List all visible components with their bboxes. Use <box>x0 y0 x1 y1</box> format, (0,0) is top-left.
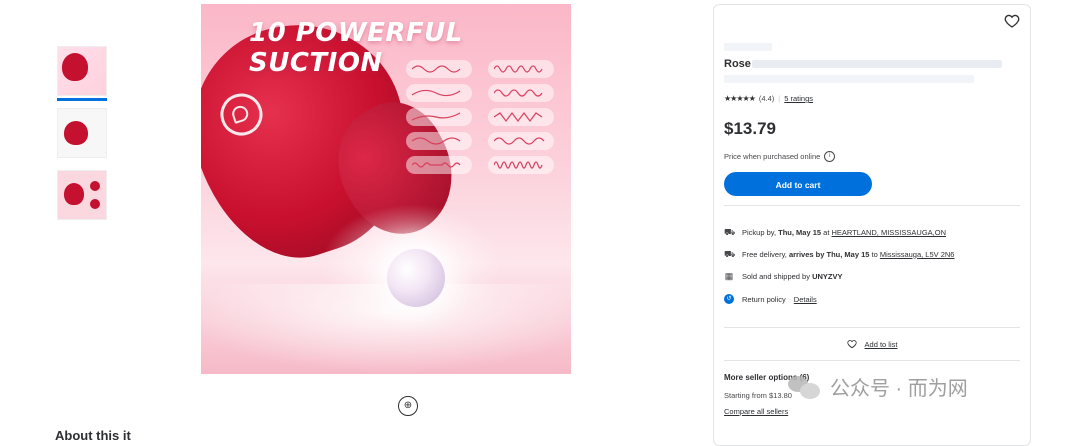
watermark: 公众号 · 而为网 <box>788 372 968 401</box>
thumbnail-2[interactable] <box>57 108 107 164</box>
info-icon[interactable]: i <box>824 151 836 162</box>
price-note: Price when purchased online i <box>724 151 836 162</box>
thumbnail-3[interactable] <box>57 170 107 226</box>
add-to-list-row[interactable]: Add to list <box>714 339 1030 349</box>
delivery-row: ⛟ Free delivery, arrives by Thu, May 15 … <box>724 249 954 259</box>
pickup-car-icon: ⛟ <box>724 227 736 237</box>
zoom-icon[interactable]: ⊕ <box>398 396 418 416</box>
store-icon: ▦ <box>724 271 734 281</box>
wechat-logo-icon <box>788 374 822 400</box>
starting-from-price: Starting from $13.80 <box>724 391 792 400</box>
divider <box>724 205 1020 206</box>
thumbnail-image <box>57 170 107 220</box>
return-policy-icon: ↺ <box>724 294 734 304</box>
selected-indicator <box>57 98 107 101</box>
about-heading: About this it <box>55 428 131 443</box>
thumbnail-list <box>57 46 109 232</box>
delivery-location-link[interactable]: Mississauga, L5V 2N6 <box>880 250 955 259</box>
pickup-store-link[interactable]: HEARTLAND, MISSISSAUGA,ON <box>832 228 946 237</box>
return-details-link[interactable]: Details <box>794 295 817 304</box>
price: $13.79 <box>724 119 776 138</box>
rating-separator: | <box>778 94 781 103</box>
bubble-graphic <box>387 249 445 307</box>
blurred-title-line <box>724 75 974 83</box>
watermark-text: 公众号 · 而为网 <box>830 378 968 400</box>
product-title-text: Rose <box>724 58 751 70</box>
delivery-text: Free delivery, arrives by Thu, May 15 to… <box>742 249 955 259</box>
rating-row: ★★★★★ (4.4) | 5 ratings <box>724 94 813 103</box>
divider <box>724 360 1020 361</box>
add-to-list-link[interactable]: Add to list <box>865 340 898 349</box>
returns-row: ↺ Return policy Details <box>724 294 817 304</box>
blurred-brand <box>724 43 772 51</box>
power-icon <box>215 88 268 141</box>
pickup-text: Pickup by, Thu, May 15 at HEARTLAND, MIS… <box>742 227 946 237</box>
heart-icon <box>846 340 857 349</box>
price-note-text: Price when purchased online <box>724 152 821 161</box>
thumbnail-1[interactable] <box>57 46 107 102</box>
divider <box>724 327 1020 328</box>
seller-row: ▦ Sold and shipped by UNYZVY <box>724 271 843 281</box>
return-policy-label: Return policy <box>742 294 786 304</box>
ratings-link[interactable]: 5 ratings <box>784 94 813 103</box>
rating-value: (4.4) <box>758 94 775 103</box>
seller-text: Sold and shipped by UNYZVY <box>742 271 843 281</box>
add-to-cart-button[interactable]: Add to cart <box>724 172 872 196</box>
product-main-image[interactable]: 10 POWERFUL SUCTION <box>201 4 571 374</box>
blurred-title-line <box>752 60 1002 68</box>
compare-sellers-link[interactable]: Compare all sellers <box>724 407 788 416</box>
favorite-heart-icon[interactable] <box>1004 13 1020 29</box>
star-rating-icon: ★★★★★ <box>724 94 756 103</box>
pickup-row: ⛟ Pickup by, Thu, May 15 at HEARTLAND, M… <box>724 227 946 237</box>
thumbnail-image <box>57 108 107 158</box>
thumbnail-image <box>57 46 107 96</box>
delivery-truck-icon: ⛟ <box>724 249 736 259</box>
